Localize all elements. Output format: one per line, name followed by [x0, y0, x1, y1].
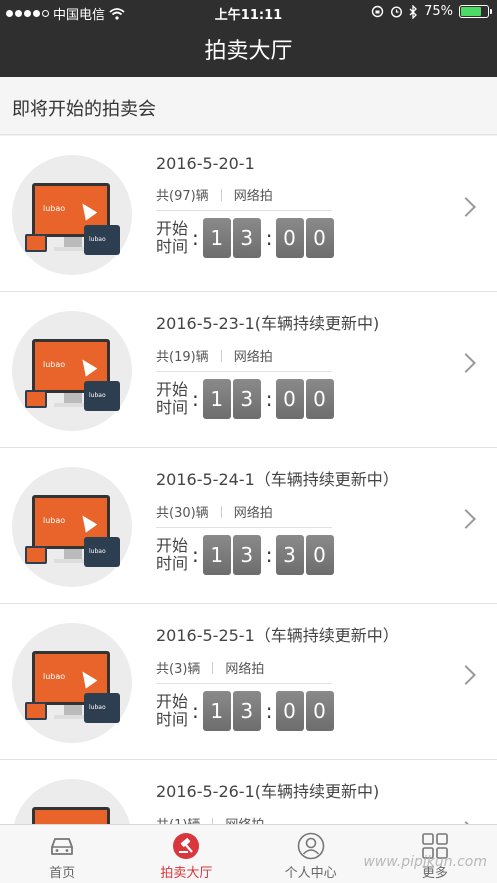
auction-list: lubao lubao 2016-5-20-1 共(97)辆 网络拍 开始 时间… [0, 136, 497, 883]
car-icon [48, 832, 76, 860]
auction-title: 2016-5-24-1（车辆持续更新中） [156, 470, 399, 489]
tab-home[interactable]: 首页 [0, 825, 124, 883]
divider [220, 188, 222, 201]
time-digit: 0 [275, 379, 304, 419]
bluetooth-icon [409, 4, 418, 19]
auction-item[interactable]: lubao lubao 2016-5-25-1（车辆持续更新中） 共(3)辆 网… [0, 604, 497, 760]
start-time-label: 开始 时间 [156, 692, 189, 729]
auction-type: 网络拍 [233, 189, 273, 204]
phone-icon [25, 234, 47, 252]
auction-title: 2016-5-25-1（车辆持续更新中） [156, 626, 399, 645]
divider [156, 527, 332, 528]
divider [220, 349, 222, 362]
divider [156, 683, 332, 684]
alarm-icon [391, 6, 403, 18]
tablet-icon: lubao [84, 693, 120, 723]
battery-percent: 75% [424, 4, 453, 19]
divider [220, 505, 222, 518]
vehicle-count: 共(97)辆 [156, 189, 209, 204]
time-digit: 3 [275, 535, 304, 575]
time-digit: 0 [275, 218, 304, 258]
time-digit: 0 [305, 535, 334, 575]
auction-title: 2016-5-20-1 [156, 154, 255, 173]
tab-auction-hall[interactable]: 拍卖大厅 [124, 825, 248, 883]
watermark: www.pipikun.com [363, 854, 487, 870]
phone-icon [25, 546, 47, 564]
auction-thumbnail: lubao lubao [12, 311, 132, 431]
auction-type: 网络拍 [225, 662, 265, 677]
auction-thumbnail: lubao lubao [12, 155, 132, 275]
start-time-label: 开始 时间 [156, 536, 189, 573]
auction-title: 2016-5-26-1(车辆持续更新中) [156, 782, 380, 801]
divider [156, 210, 332, 211]
auction-item[interactable]: lubao lubao 2016-5-20-1 共(97)辆 网络拍 开始 时间… [0, 136, 497, 292]
time-digit: 0 [305, 691, 334, 731]
tablet-icon: lubao [84, 225, 120, 255]
time-digit: 1 [202, 691, 231, 731]
time-digit: 3 [232, 691, 261, 731]
vehicle-count: 共(19)辆 [156, 350, 209, 365]
section-title: 即将开始的拍卖会 [12, 99, 156, 120]
status-bar: 中国电信 上午11:11 75% [0, 0, 497, 24]
time-digit: 0 [275, 691, 304, 731]
page-title: 拍卖大厅 [204, 39, 293, 64]
chevron-right-icon [456, 509, 476, 529]
auction-type: 网络拍 [233, 506, 273, 521]
time-colon: : [192, 226, 199, 250]
tablet-icon: lubao [84, 537, 120, 567]
time-colon: : [192, 543, 199, 567]
vehicle-count: 共(30)辆 [156, 506, 209, 521]
time-colon: : [265, 387, 273, 411]
time-digit: 0 [305, 218, 334, 258]
chevron-right-icon [456, 197, 476, 217]
tab-auction-hall-label: 拍卖大厅 [160, 866, 213, 881]
time-digit: 1 [202, 218, 231, 258]
start-time-label: 开始 时间 [156, 219, 189, 256]
time-digit: 1 [202, 379, 231, 419]
divider [156, 371, 332, 372]
time-colon: : [265, 699, 273, 723]
top-bar: 中国电信 上午11:11 75% 拍卖大厅 [0, 0, 497, 77]
time-digit: 3 [232, 218, 261, 258]
start-time: 开始 时间 : 1 3 : 3 0 [156, 535, 456, 575]
gavel-icon [172, 832, 200, 860]
time-digit: 3 [232, 379, 261, 419]
orientation-lock-icon [371, 5, 384, 18]
auction-item[interactable]: lubao lubao 2016-5-23-1(车辆持续更新中) 共(19)辆 … [0, 292, 497, 448]
phone-icon [25, 390, 47, 408]
tab-personal-center[interactable]: 个人中心 [249, 825, 373, 883]
tab-home-label: 首页 [49, 866, 76, 881]
user-icon [297, 832, 325, 860]
time-digit: 1 [202, 535, 231, 575]
time-colon: : [192, 699, 199, 723]
start-time: 开始 时间 : 1 3 : 0 0 [156, 218, 456, 258]
phone-icon [25, 702, 47, 720]
time-digit: 3 [232, 535, 261, 575]
chevron-right-icon [456, 665, 476, 685]
time-digit: 0 [305, 379, 334, 419]
section-header: 即将开始的拍卖会 [0, 77, 497, 135]
vehicle-count: 共(3)辆 [156, 662, 201, 677]
battery-icon [459, 5, 492, 18]
auction-thumbnail: lubao lubao [12, 467, 132, 587]
time-colon: : [192, 387, 199, 411]
start-time: 开始 时间 : 1 3 : 0 0 [156, 691, 456, 731]
start-time: 开始 时间 : 1 3 : 0 0 [156, 379, 456, 419]
chevron-right-icon [456, 353, 476, 373]
auction-type: 网络拍 [233, 350, 273, 365]
start-time-label: 开始 时间 [156, 380, 189, 417]
auction-title: 2016-5-23-1(车辆持续更新中) [156, 314, 380, 333]
time-colon: : [265, 543, 273, 567]
time-colon: : [265, 226, 273, 250]
auction-item[interactable]: lubao lubao 2016-5-24-1（车辆持续更新中） 共(30)辆 … [0, 448, 497, 604]
tablet-icon: lubao [84, 381, 120, 411]
divider [212, 661, 214, 674]
auction-thumbnail: lubao lubao [12, 623, 132, 743]
tab-personal-center-label: 个人中心 [284, 866, 337, 881]
